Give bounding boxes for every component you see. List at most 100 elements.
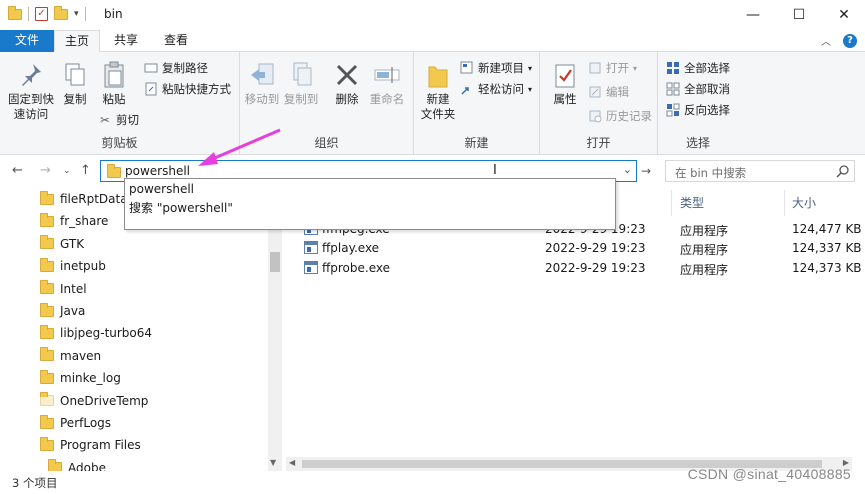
forward-arrow-icon[interactable]: → — [40, 163, 51, 178]
column-header-type[interactable]: 类型 — [680, 194, 704, 211]
tree-item[interactable]: Java — [40, 300, 85, 322]
folder-icon — [40, 302, 54, 317]
paste-shortcut-button[interactable]: 粘贴快捷方式 — [144, 81, 231, 97]
edit-button[interactable]: 编辑 — [588, 84, 629, 100]
folder-icon — [40, 212, 54, 227]
close-button[interactable]: ✕ — [821, 0, 865, 30]
new-folder-button[interactable]: 新建 文件夹 — [418, 60, 458, 122]
tree-item[interactable]: PerfLogs — [40, 412, 111, 434]
cut-button[interactable]: ✂ 剪切 — [98, 112, 139, 128]
search-icon[interactable] — [836, 164, 850, 181]
tree-item[interactable]: maven — [40, 345, 101, 367]
recent-locations-icon[interactable]: ⌄ — [63, 166, 71, 176]
scroll-left-icon[interactable]: ◀ — [289, 458, 295, 467]
tree-item-label: libjpeg-turbo64 — [60, 326, 153, 341]
go-arrow-icon[interactable]: → — [641, 164, 651, 178]
folder-icon — [107, 164, 121, 178]
minimize-button[interactable]: — — [730, 0, 776, 30]
new-group-label: 新建 — [464, 136, 489, 150]
tree-item[interactable]: libjpeg-turbo64 — [40, 322, 152, 344]
annotation-arrow — [198, 128, 281, 166]
file-row[interactable]: ffprobe.exe 2022-9-29 19:23 应用程序 124,373… — [286, 258, 865, 278]
tab-file[interactable]: 文件 — [0, 30, 54, 52]
tab-view[interactable]: 查看 — [156, 30, 196, 52]
properties-button[interactable]: 属性 — [548, 60, 582, 107]
tree-item[interactable]: OneDriveTemp — [40, 390, 148, 412]
copy-path-icon — [144, 61, 158, 75]
tree-item-label: Program Files — [60, 438, 141, 453]
search-input[interactable]: 在 bin 中搜索 — [675, 165, 746, 181]
open-button[interactable]: 打开 ▾ — [588, 60, 637, 76]
item-count: 3 个项目 — [12, 476, 58, 490]
tree-item-label: GTK — [60, 236, 85, 251]
file-row[interactable]: ffplay.exe 2022-9-29 19:23 应用程序 124,337 … — [286, 238, 865, 258]
open-group-label: 打开 — [586, 136, 611, 150]
help-icon[interactable]: ? — [843, 33, 857, 48]
folder-icon — [40, 190, 54, 205]
maximize-button[interactable]: ☐ — [776, 0, 822, 30]
folder-icon — [8, 5, 22, 20]
folder-icon — [40, 392, 54, 407]
customize-toolbar-icon[interactable]: ▾ — [74, 9, 79, 19]
column-header-size[interactable]: 大小 — [792, 194, 816, 211]
divider — [84, 7, 86, 21]
autocomplete-item-search[interactable]: 搜索 "powershell" — [129, 199, 233, 216]
copy-button[interactable]: 复制 — [58, 60, 92, 107]
up-arrow-icon[interactable]: ↑ — [80, 163, 91, 178]
tree-item[interactable]: minke_log — [40, 367, 121, 389]
pin-quick-access-button[interactable]: 固定到快 速访问 — [6, 60, 56, 122]
pin-icon — [17, 60, 45, 90]
search-box[interactable]: 在 bin 中搜索 — [665, 160, 855, 182]
rename-icon — [373, 60, 401, 90]
history-icon — [588, 109, 602, 123]
easy-access-icon — [460, 82, 474, 96]
tree-item[interactable]: inetpub — [40, 255, 106, 277]
delete-icon — [333, 60, 361, 90]
back-arrow-icon[interactable]: ← — [12, 163, 23, 178]
tab-home[interactable]: 主页 — [54, 30, 100, 52]
tree-item[interactable]: fileRptData — [40, 188, 128, 210]
paste-icon — [100, 60, 128, 90]
tab-share[interactable]: 共享 — [106, 30, 146, 52]
scroll-down-icon[interactable]: ▼ — [270, 458, 276, 467]
tree-item-label: fileRptData — [60, 192, 128, 206]
invert-selection-button[interactable]: 反向选择 — [666, 102, 730, 118]
exe-file-icon — [304, 261, 318, 274]
select-all-icon — [666, 61, 680, 75]
scroll-thumb[interactable] — [270, 252, 280, 272]
move-to-button[interactable]: 移动到 — [244, 60, 280, 107]
new-item-icon — [460, 61, 474, 75]
open-group: 属性 打开 ▾ 编辑 历史记录 打开 — [540, 52, 658, 155]
folder-icon — [40, 257, 54, 272]
new-folder-icon — [424, 60, 452, 90]
column-divider — [784, 190, 785, 216]
address-input[interactable]: powershell — [125, 164, 190, 178]
copy-path-button[interactable]: 复制路径 — [144, 60, 208, 76]
tree-item[interactable]: Intel — [40, 278, 87, 300]
select-all-button[interactable]: 全部选择 — [666, 60, 730, 76]
select-none-button[interactable]: 全部取消 — [666, 81, 730, 97]
tree-item[interactable]: GTK — [40, 233, 84, 255]
delete-button[interactable]: 删除 — [332, 60, 362, 107]
copy-to-button[interactable]: 复制到 — [282, 60, 320, 107]
tree-item[interactable]: Program Files — [40, 434, 141, 456]
properties-icon — [551, 60, 579, 90]
collapse-ribbon-icon[interactable]: ︿ — [821, 33, 831, 48]
tree-item[interactable]: fr_share — [40, 210, 108, 232]
exe-file-icon — [304, 241, 318, 254]
tree-item-label: Java — [60, 304, 86, 318]
copy-icon — [61, 60, 89, 90]
open-icon — [588, 61, 602, 75]
easy-access-button[interactable]: 轻松访问 ▾ — [460, 81, 532, 97]
new-item-button[interactable]: 新建项目 ▾ — [460, 60, 532, 76]
properties-quick-icon[interactable]: ✓ — [35, 7, 48, 21]
chevron-down-icon[interactable]: ⌄ — [623, 163, 632, 176]
column-divider — [671, 190, 672, 216]
new-folder-quick-icon[interactable] — [54, 5, 68, 20]
history-button[interactable]: 历史记录 — [588, 108, 652, 124]
autocomplete-item-powershell[interactable]: powershell — [129, 182, 194, 196]
invert-selection-icon — [666, 103, 680, 117]
paste-button[interactable]: 粘贴 — [96, 60, 132, 107]
rename-button[interactable]: 重命名 — [368, 60, 406, 107]
folder-icon — [40, 235, 54, 250]
